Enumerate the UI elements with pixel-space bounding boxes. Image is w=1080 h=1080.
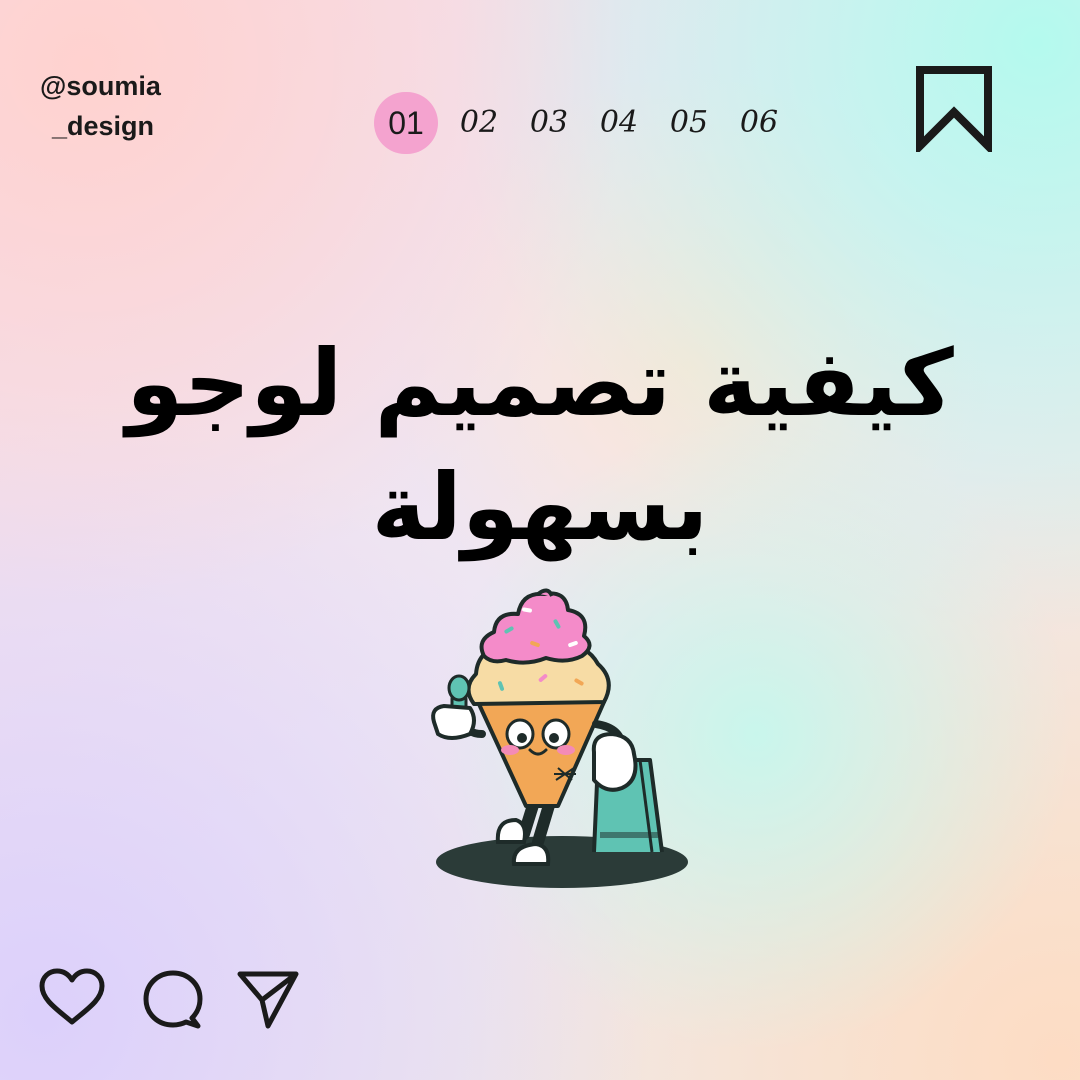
bookmark-icon[interactable] bbox=[914, 64, 994, 152]
page-number-02[interactable]: 02 bbox=[444, 92, 514, 154]
page-number-04[interactable]: 04 bbox=[584, 92, 654, 154]
send-icon[interactable] bbox=[236, 968, 300, 1030]
page-number-01[interactable]: 01 bbox=[374, 92, 438, 154]
ice-cream-mascot-illustration bbox=[431, 588, 688, 888]
handle-line-1: @soumia bbox=[40, 71, 161, 101]
page-title: كيفية تصميم لوجو بسهولة bbox=[0, 322, 1080, 570]
page-number-03[interactable]: 03 bbox=[514, 92, 584, 154]
handle-line-2: _design bbox=[52, 111, 155, 141]
author-handle[interactable]: @soumia _design bbox=[40, 66, 161, 146]
page-number-06[interactable]: 06 bbox=[724, 92, 794, 154]
title-line-1: كيفية تصميم لوجو bbox=[126, 330, 954, 437]
page-number-05[interactable]: 05 bbox=[654, 92, 724, 154]
comment-icon[interactable] bbox=[142, 968, 204, 1030]
heart-icon[interactable] bbox=[38, 968, 106, 1028]
page-indicator: 01 02 03 04 05 06 bbox=[374, 92, 794, 154]
title-line-2: بسهولة bbox=[371, 454, 709, 561]
